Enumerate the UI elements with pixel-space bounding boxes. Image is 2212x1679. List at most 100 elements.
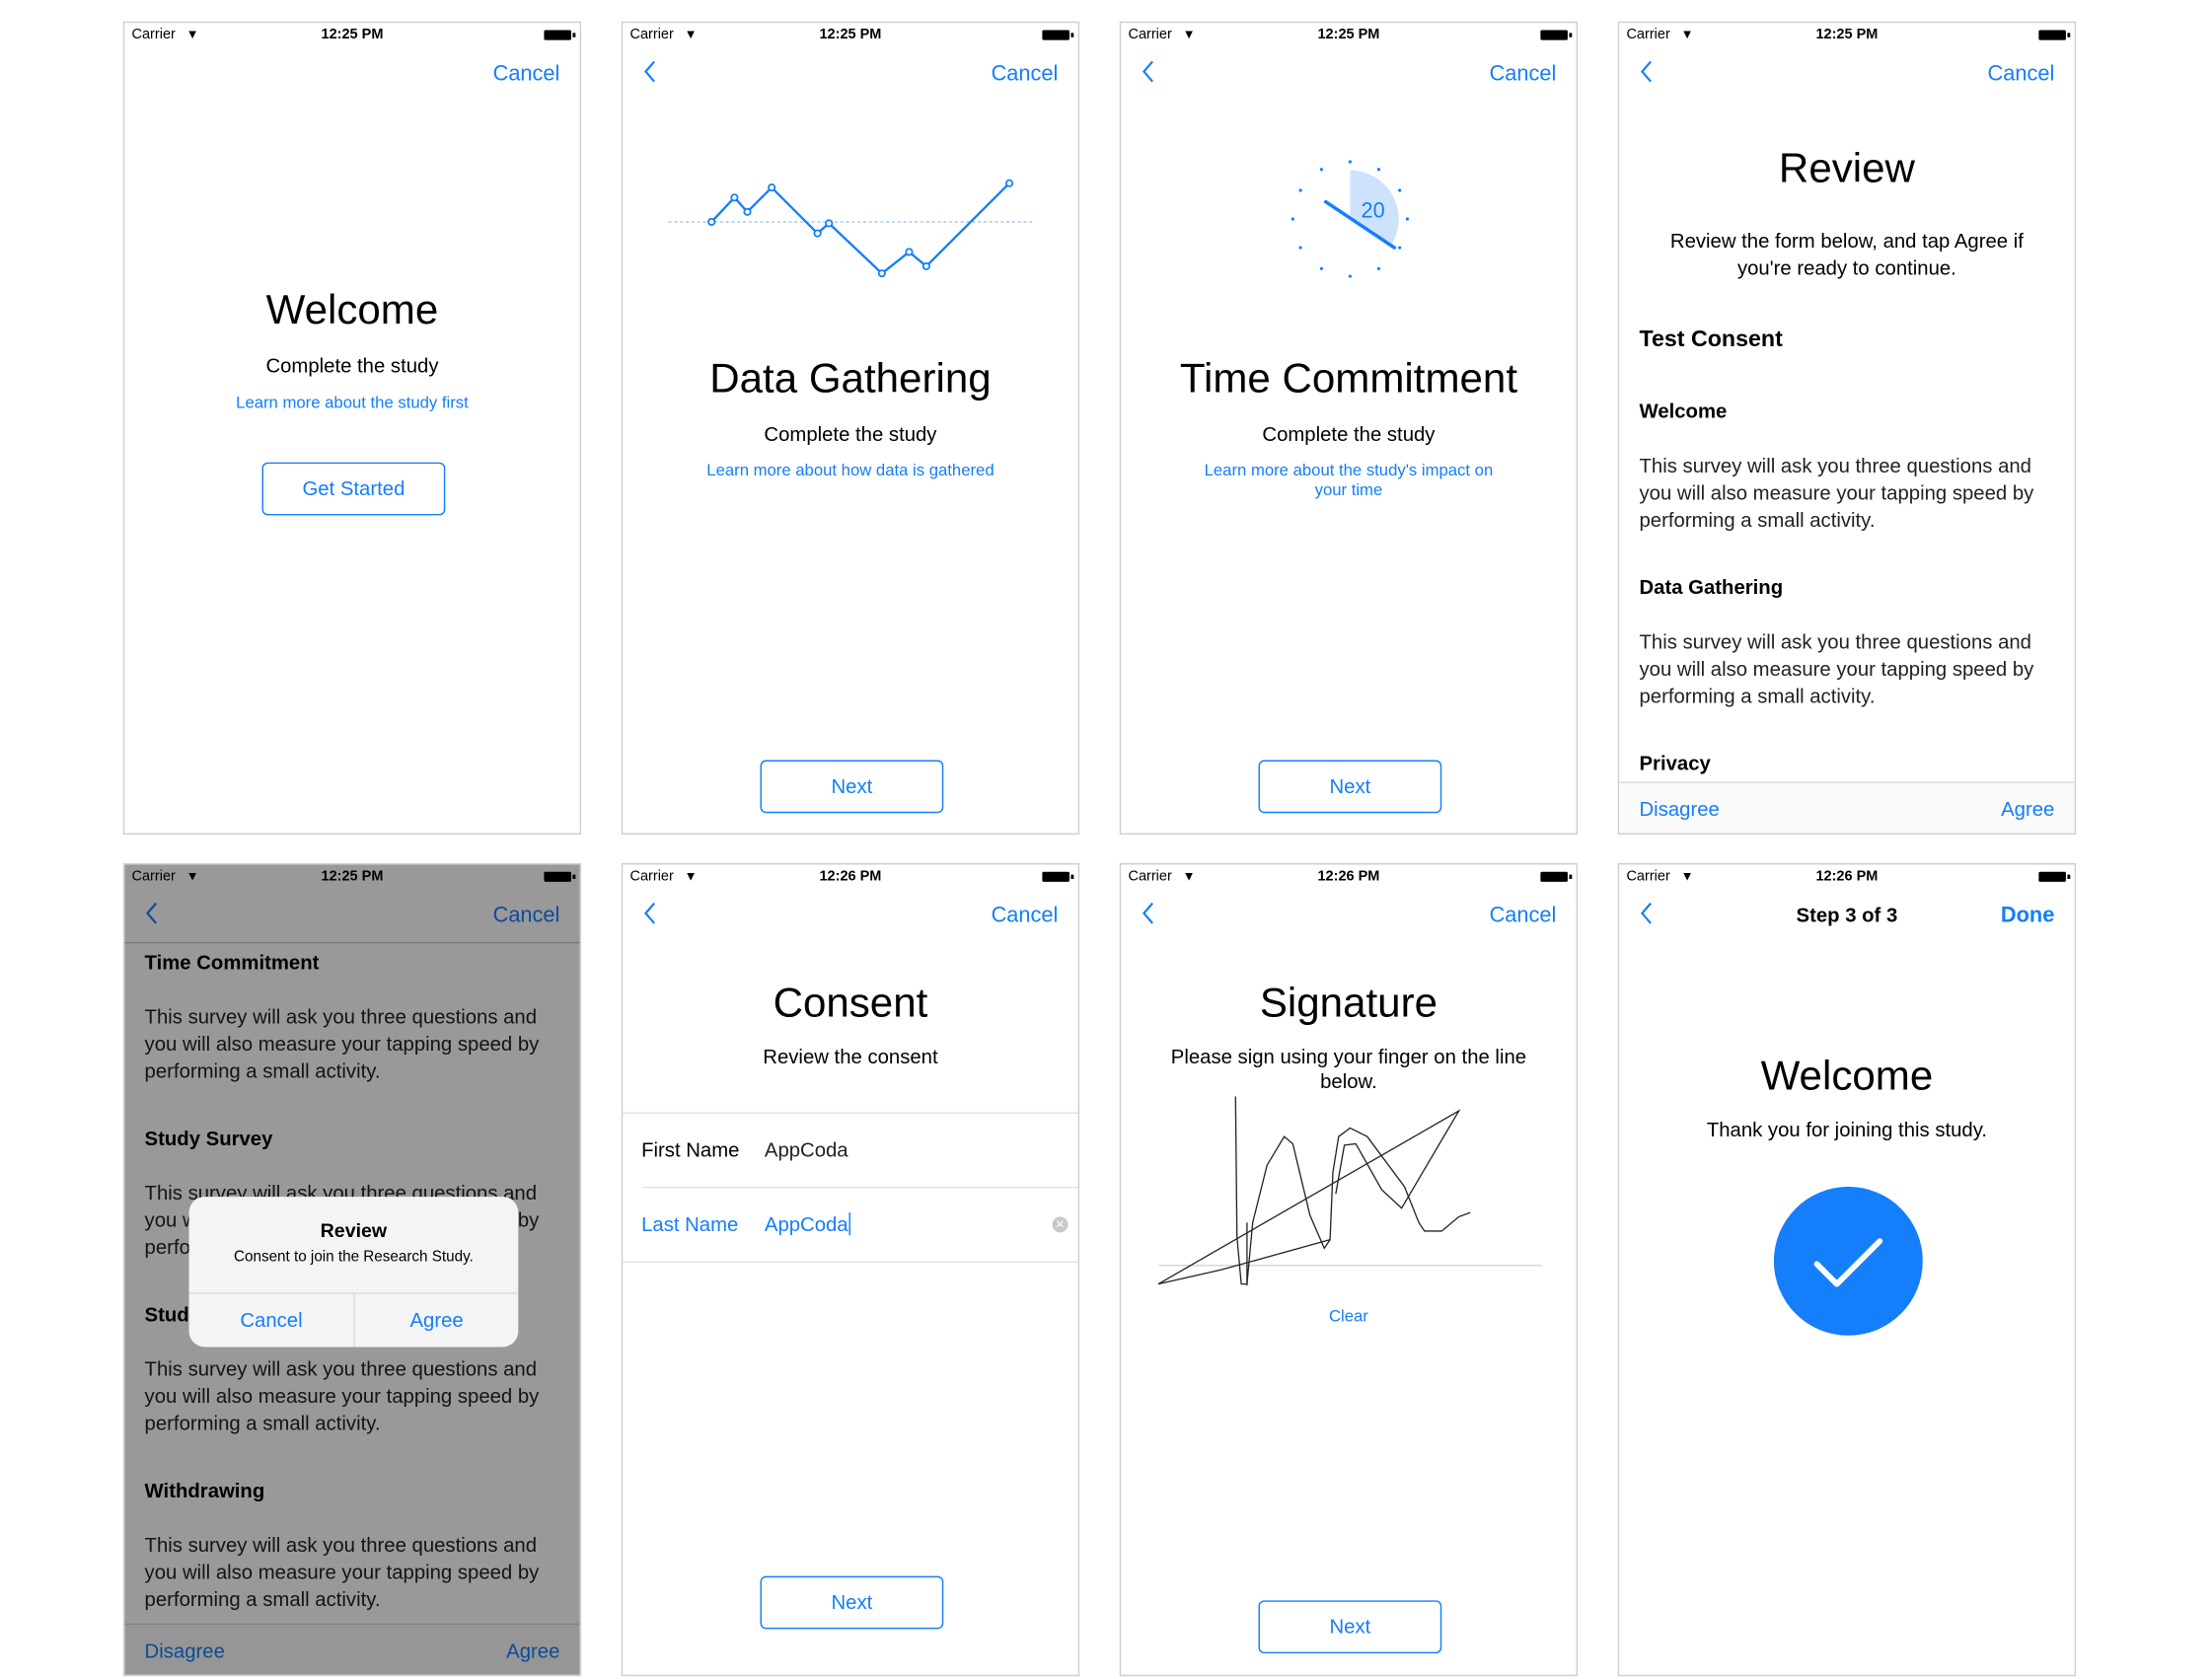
clock-icon: 20 bbox=[1290, 160, 1410, 278]
section-body: This survey will ask you three questions… bbox=[1639, 453, 2034, 532]
subtitle: Complete the study bbox=[265, 353, 439, 377]
time: 12:25 PM bbox=[819, 27, 882, 43]
signature-stroke bbox=[1157, 1096, 1471, 1286]
review-toolbar: Disagree Agree bbox=[1619, 781, 2075, 834]
first-name-value: AppCoda bbox=[764, 1137, 848, 1161]
data-graph-illustration bbox=[668, 179, 1036, 278]
clock-tick bbox=[1298, 188, 1302, 192]
page-title: Review bbox=[1778, 146, 1915, 192]
clock-tick bbox=[1405, 217, 1410, 221]
time: 12:25 PM bbox=[1815, 27, 1879, 43]
battery-icon bbox=[2038, 30, 2071, 40]
back-chevron-icon[interactable] bbox=[1139, 57, 1161, 86]
learn-more-link[interactable]: Learn more about the study first bbox=[124, 394, 579, 413]
first-name-label: First Name bbox=[641, 1137, 740, 1161]
time: 12:25 PM bbox=[1317, 27, 1380, 43]
cancel-button[interactable]: Cancel bbox=[493, 61, 560, 86]
clock-tick bbox=[1398, 188, 1402, 192]
battery-icon bbox=[544, 30, 576, 40]
back-chevron-icon[interactable] bbox=[1637, 57, 1659, 86]
cancel-button[interactable]: Cancel bbox=[1988, 61, 2055, 86]
next-button[interactable]: Next bbox=[760, 1575, 944, 1630]
alert-cancel-button[interactable]: Cancel bbox=[189, 1308, 354, 1331]
first-name-field[interactable]: First Name AppCoda bbox=[623, 1114, 1077, 1187]
done-button[interactable]: Done bbox=[2001, 904, 2054, 928]
graph-point bbox=[707, 217, 716, 226]
graph-point bbox=[825, 219, 834, 228]
clock-value: 20 bbox=[1362, 198, 1385, 223]
graph-point bbox=[877, 269, 886, 278]
document-title: Test Consent bbox=[1639, 328, 1783, 352]
checkmark-circle-icon bbox=[1773, 1186, 1923, 1336]
clock-tick bbox=[1290, 217, 1294, 221]
last-name-value: AppCoda bbox=[765, 1212, 851, 1236]
section-heading: Data Gathering bbox=[1639, 575, 1784, 599]
cancel-button[interactable]: Cancel bbox=[1490, 61, 1557, 86]
screen-review-alert: Carrier ▼ 12:25 PM Cancel Time Commitment … bbox=[122, 863, 582, 1677]
review-alert-dialog: Review Consent to join the Research Stud… bbox=[188, 1197, 519, 1348]
clock-tick bbox=[1348, 274, 1352, 278]
clock-tick bbox=[1319, 168, 1323, 172]
back-chevron-icon[interactable] bbox=[640, 57, 663, 86]
graph-point bbox=[1004, 179, 1014, 187]
next-button[interactable]: Next bbox=[1258, 760, 1442, 814]
section-heading: Privacy bbox=[1639, 751, 1711, 775]
link-line: Learn more about the study's impact on bbox=[1204, 462, 1494, 480]
clock-tick bbox=[1398, 246, 1402, 250]
learn-more-link[interactable]: Learn more about how data is gathered bbox=[623, 461, 1077, 480]
next-button[interactable]: Next bbox=[760, 760, 944, 814]
signature-pad[interactable] bbox=[1121, 864, 1578, 1308]
clock-tick bbox=[1319, 266, 1323, 270]
learn-more-link[interactable]: Learn more about the study's impact on yo… bbox=[1121, 461, 1576, 501]
last-name-field[interactable]: Last Name AppCoda ✕ bbox=[623, 1188, 1077, 1261]
clock-tick bbox=[1348, 160, 1352, 164]
screen-review: Carrier ▼ 12:25 PM Cancel Review Review th… bbox=[1617, 21, 2077, 835]
alert-agree-button[interactable]: Agree bbox=[355, 1308, 518, 1331]
subtitle: Complete the study bbox=[1262, 422, 1436, 446]
graph-point bbox=[922, 261, 930, 270]
battery-icon bbox=[2038, 871, 2071, 882]
screen-signature: Carrier ▼ 12:26 PM Cancel Signature Please… bbox=[1119, 863, 1579, 1677]
page-title: Consent bbox=[773, 981, 928, 1027]
instructions-line: Review the form below, and tap Agree if bbox=[1669, 229, 2024, 253]
section-body: This survey will ask you three questions… bbox=[1639, 629, 2034, 707]
section-heading: Welcome bbox=[1639, 399, 1728, 423]
agree-button[interactable]: Agree bbox=[2001, 797, 2054, 820]
alert-title: Review bbox=[320, 1219, 388, 1242]
page-title: Data Gathering bbox=[709, 356, 992, 402]
screen-consent: Carrier ▼ 12:26 PM Cancel Consent Review t… bbox=[621, 863, 1080, 1677]
alert-message: Consent to join the Research Study. bbox=[234, 1248, 474, 1266]
next-button[interactable]: Next bbox=[1258, 1600, 1442, 1654]
clock-tick bbox=[1376, 266, 1381, 270]
page-title: Welcome bbox=[265, 287, 439, 334]
graph-point bbox=[813, 229, 822, 238]
screen-data-gathering: Carrier ▼ 12:25 PM Cancel Data Gathering C… bbox=[621, 21, 1080, 835]
last-name-label: Last Name bbox=[641, 1212, 739, 1236]
message: Thank you for joining this study. bbox=[1706, 1118, 1988, 1141]
battery-icon bbox=[1042, 871, 1074, 882]
screen-welcome: Carrier ▼ 12:25 PM Cancel Welcome Complete… bbox=[122, 21, 582, 835]
instructions-line: you're ready to continue. bbox=[1736, 256, 1956, 279]
subtitle: Review the consent bbox=[763, 1045, 938, 1068]
clock-tick bbox=[1376, 168, 1381, 172]
graph-point bbox=[743, 207, 752, 216]
graph-point bbox=[768, 183, 776, 192]
time: 12:25 PM bbox=[321, 27, 384, 43]
clock-tick bbox=[1298, 246, 1302, 250]
clear-text-icon[interactable]: ✕ bbox=[1052, 1216, 1069, 1233]
cancel-button[interactable]: Cancel bbox=[992, 904, 1059, 928]
graph-point bbox=[905, 248, 914, 256]
battery-icon bbox=[1042, 30, 1074, 40]
page-title: Welcome bbox=[1760, 1054, 1934, 1100]
graph-point bbox=[730, 193, 739, 202]
link-line: your time bbox=[1314, 482, 1383, 500]
clear-signature-button[interactable]: Clear bbox=[1121, 1307, 1576, 1327]
back-chevron-icon[interactable] bbox=[640, 899, 663, 927]
battery-icon bbox=[1540, 30, 1573, 40]
divider bbox=[623, 1261, 1078, 1263]
screen-completion: Carrier ▼ 12:26 PM Step 3 of 3 Done Welcom… bbox=[1617, 863, 2077, 1677]
page-title: Time Commitment bbox=[1179, 356, 1518, 402]
disagree-button[interactable]: Disagree bbox=[1640, 797, 1720, 820]
cancel-button[interactable]: Cancel bbox=[992, 61, 1059, 86]
get-started-button[interactable]: Get Started bbox=[261, 462, 446, 516]
